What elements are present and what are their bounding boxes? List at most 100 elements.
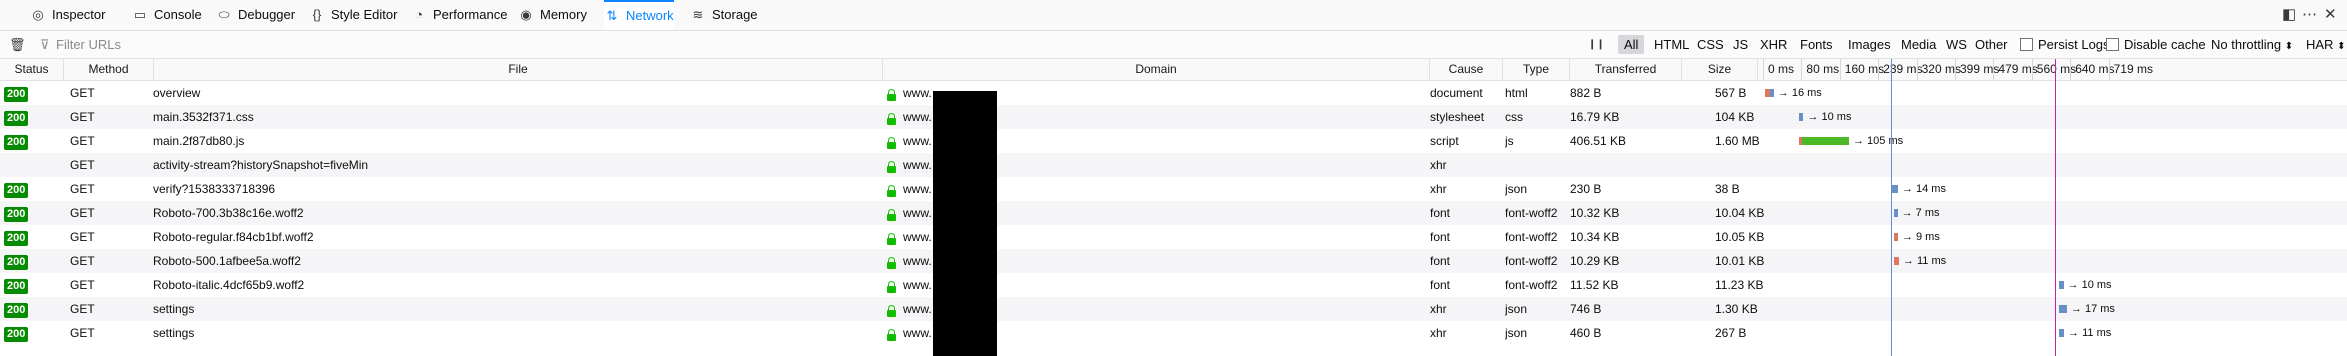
tab-label: Debugger bbox=[238, 7, 296, 22]
col-transferred[interactable]: Transferred bbox=[1570, 59, 1682, 80]
request-row[interactable]: 200 GET Roboto-italic.4dcf65b9.woff2 www. fo… bbox=[0, 273, 2347, 297]
method-cell: GET bbox=[70, 182, 95, 196]
filter-other[interactable]: Other bbox=[1975, 31, 2008, 58]
type-cell: json bbox=[1505, 302, 1528, 316]
dock-side-icon[interactable]: ◧ bbox=[2282, 0, 2296, 30]
filter-urls-input[interactable]: Filter URLs bbox=[56, 31, 121, 58]
lock-icon bbox=[887, 257, 896, 269]
tab-style-editor[interactable]: {} Style Editor bbox=[309, 0, 398, 30]
tab-debugger[interactable]: ⬭ Debugger bbox=[216, 0, 295, 30]
more-menu-icon[interactable]: ⋯ bbox=[2302, 0, 2317, 30]
method-cell: GET bbox=[70, 278, 95, 292]
filter-xhr[interactable]: XHR bbox=[1760, 31, 1787, 58]
cause-cell: xhr bbox=[1430, 158, 1447, 172]
waterfall-receive-bar bbox=[1893, 209, 1898, 217]
dom-content-loaded-line bbox=[1891, 59, 1893, 356]
filter-images[interactable]: Images bbox=[1848, 31, 1891, 58]
waterfall-wait-bar bbox=[1893, 257, 1899, 265]
lock-icon bbox=[887, 329, 896, 341]
redaction-block bbox=[933, 91, 997, 356]
request-row[interactable]: 200 GET main.2f87db80.js www. script js 406.51… bbox=[0, 129, 2347, 153]
persist-logs-checkbox[interactable]: Persist Logs bbox=[2020, 31, 2110, 58]
type-cell: html bbox=[1505, 86, 1528, 100]
disable-cache-checkbox[interactable]: Disable cache bbox=[2106, 31, 2206, 58]
request-row[interactable]: GET activity-stream?historySnapshot=fiveM… bbox=[0, 153, 2347, 177]
waterfall-duration-label: → 7 ms bbox=[1901, 207, 1940, 219]
col-cause[interactable]: Cause bbox=[1430, 59, 1503, 80]
status-badge: 200 bbox=[4, 183, 29, 198]
tab-storage[interactable]: ≋ Storage bbox=[690, 0, 758, 30]
request-row[interactable]: 200 GET main.3532f371.css www. stylesheet css… bbox=[0, 105, 2347, 129]
cause-cell: font bbox=[1430, 230, 1451, 244]
transferred-cell: 11.52 KB bbox=[1570, 278, 1619, 292]
col-domain[interactable]: Domain bbox=[883, 59, 1430, 80]
waterfall-receive-bar bbox=[1769, 89, 1774, 97]
request-row[interactable]: 200 GET Roboto-700.3b38c16e.woff2 www. font f… bbox=[0, 201, 2347, 225]
tab-label: Performance bbox=[433, 7, 508, 22]
waterfall-duration-label: → 10 ms bbox=[1807, 111, 1852, 123]
request-row[interactable]: 200 GET settings www. xhr json 746 B 1.30 KB → 1… bbox=[0, 297, 2347, 321]
transferred-cell: 10.29 KB bbox=[1570, 254, 1620, 268]
transferred-cell bbox=[1570, 153, 1680, 177]
tab-network[interactable]: ⇅ Network bbox=[604, 0, 674, 30]
method-cell: GET bbox=[70, 158, 95, 172]
size-cell: 1.30 KB bbox=[1715, 302, 1758, 316]
waterfall-wait-bar bbox=[1893, 233, 1898, 241]
tab-performance[interactable]: ◔ Performance bbox=[411, 0, 507, 30]
waterfall-receive-bar bbox=[1802, 137, 1849, 145]
tab-memory[interactable]: ◉ Memory bbox=[518, 0, 587, 30]
type-cell: font-woff2 bbox=[1505, 206, 1558, 220]
method-cell: GET bbox=[70, 230, 95, 244]
col-method[interactable]: Method bbox=[64, 59, 154, 80]
col-type[interactable]: Type bbox=[1503, 59, 1570, 80]
performance-icon: ◔ bbox=[415, 7, 423, 22]
timeline-tick: 0 ms bbox=[1763, 59, 1794, 80]
har-menu[interactable]: HAR ⬍ bbox=[2306, 31, 2345, 58]
size-cell: 567 B bbox=[1715, 86, 1747, 100]
chevron-down-icon: ⬍ bbox=[2337, 41, 2346, 52]
file-cell: verify?1538333718396 bbox=[153, 182, 276, 196]
request-row[interactable]: 200 GET settings www. xhr json 460 B 267 B → 11 … bbox=[0, 321, 2347, 345]
request-row[interactable]: 200 GET Roboto-500.1afbee5a.woff2 www. font f… bbox=[0, 249, 2347, 273]
file-cell: overview bbox=[153, 86, 201, 100]
transferred-cell: 16.79 KB bbox=[1570, 110, 1620, 124]
file-cell: Roboto-regular.f84cb1bf.woff2 bbox=[153, 230, 314, 244]
size-cell: 10.04 KB bbox=[1715, 206, 1765, 220]
filter-fonts[interactable]: Fonts bbox=[1800, 31, 1833, 58]
chevron-down-icon: ⬍ bbox=[2284, 41, 2294, 52]
style-editor-icon: {} bbox=[312, 7, 322, 22]
cause-cell: stylesheet bbox=[1430, 110, 1485, 124]
transferred-cell: 460 B bbox=[1570, 326, 1602, 340]
filter-css[interactable]: CSS bbox=[1697, 31, 1724, 58]
request-row[interactable]: 200 GET Roboto-regular.f84cb1bf.woff2 www. f… bbox=[0, 225, 2347, 249]
file-cell: Roboto-700.3b38c16e.woff2 bbox=[153, 206, 304, 220]
type-cell: js bbox=[1505, 134, 1514, 148]
filter-ws[interactable]: WS bbox=[1946, 31, 1967, 58]
request-row[interactable]: 200 GET verify?1538333718396 www. xhr json 230… bbox=[0, 177, 2347, 201]
filter-icon: ⊽ bbox=[40, 37, 50, 52]
tab-console[interactable]: ▭ Console bbox=[132, 0, 202, 30]
memory-icon: ◉ bbox=[520, 7, 532, 22]
type-cell: json bbox=[1505, 182, 1528, 196]
tab-label: Inspector bbox=[52, 7, 106, 22]
domain-text: www. bbox=[903, 134, 932, 148]
filter-all[interactable]: All bbox=[1618, 35, 1645, 54]
throttling-select[interactable]: No throttling ⬍ bbox=[2211, 31, 2293, 58]
method-cell: GET bbox=[70, 254, 95, 268]
pause-icon[interactable]: ❙❙ bbox=[1588, 31, 1605, 58]
domain-text: www. bbox=[903, 110, 932, 124]
filter-html[interactable]: HTML bbox=[1654, 31, 1689, 58]
col-file[interactable]: File bbox=[154, 59, 883, 80]
clear-requests-icon[interactable]: 🗑 bbox=[9, 31, 26, 58]
col-status[interactable]: Status bbox=[0, 59, 64, 80]
size-cell: 10.05 KB bbox=[1715, 230, 1765, 244]
tab-inspector[interactable]: ◎ Inspector bbox=[30, 0, 105, 30]
domain-text: www. bbox=[903, 230, 932, 244]
filter-media[interactable]: Media bbox=[1901, 31, 1936, 58]
close-icon[interactable]: ✕ bbox=[2324, 0, 2337, 30]
col-size[interactable]: Size bbox=[1682, 59, 1758, 80]
cause-cell: font bbox=[1430, 206, 1451, 220]
request-row[interactable]: 200 GET overview www. document html 882 B 567 B… bbox=[0, 81, 2347, 105]
waterfall-receive-bar bbox=[1798, 113, 1804, 121]
filter-js[interactable]: JS bbox=[1733, 31, 1748, 58]
